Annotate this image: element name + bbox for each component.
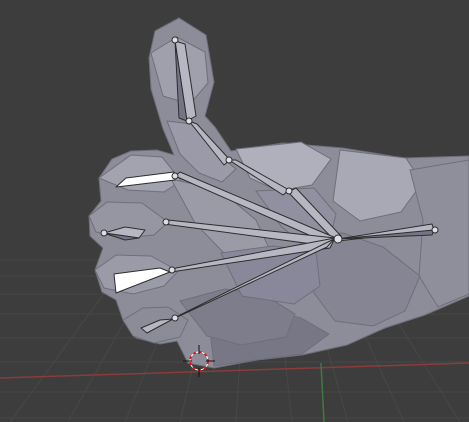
bone-joint[interactable] [100,229,108,237]
bone-joint[interactable] [171,172,179,180]
bone-joint[interactable] [431,226,439,234]
viewport-canvas[interactable] [0,0,469,422]
bone-joint[interactable] [185,117,193,125]
bone-joint[interactable] [225,156,233,164]
bone-joint[interactable] [285,187,293,195]
bone-joint[interactable] [171,314,179,322]
3d-viewport[interactable] [0,0,469,422]
bone-joint[interactable] [162,218,170,226]
bone-joint[interactable] [171,36,179,44]
bone-joint[interactable] [168,266,176,274]
bone-joint[interactable] [333,234,343,244]
